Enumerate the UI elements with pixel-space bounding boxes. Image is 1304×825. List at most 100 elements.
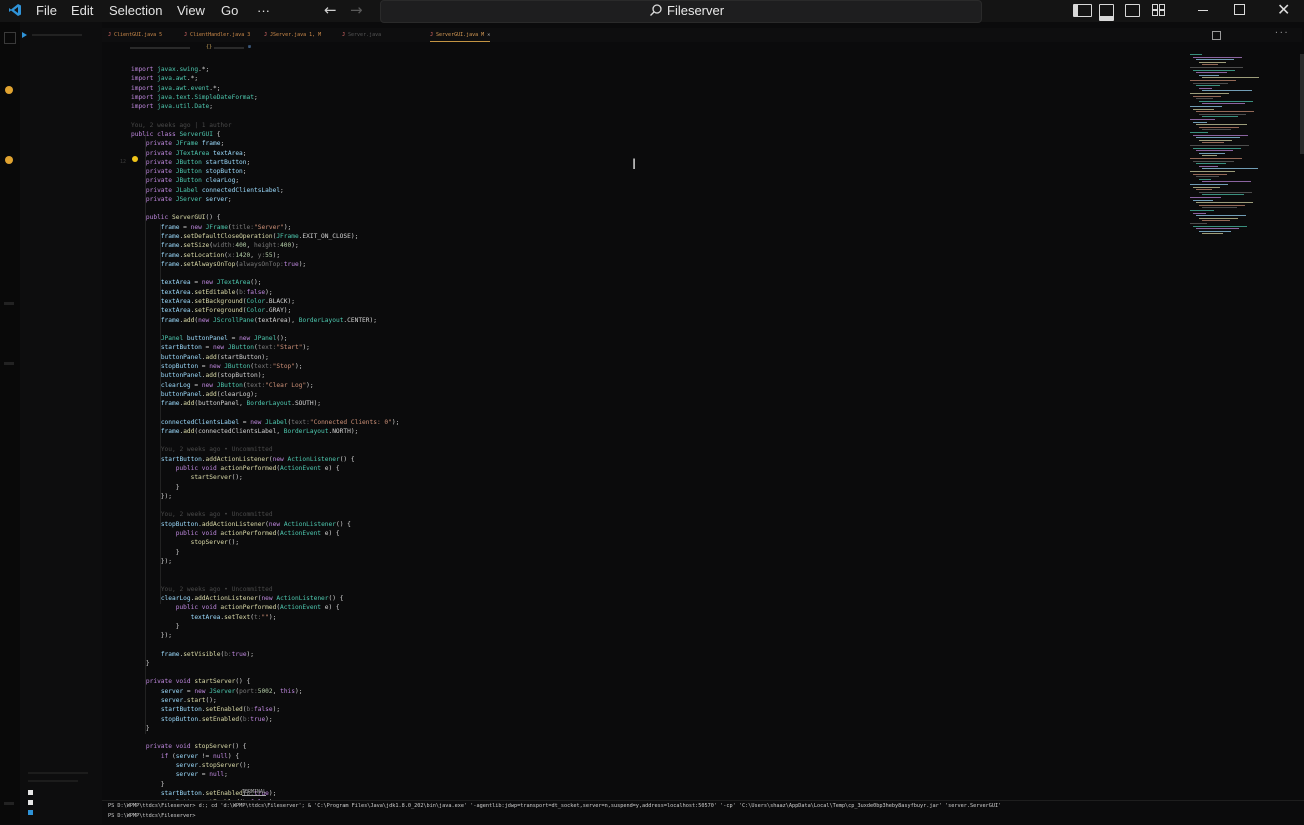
code-line: server.stopServer(); — [175, 762, 251, 769]
code-line: startButton.addActionListener(new Action… — [160, 455, 355, 463]
tab-jserver[interactable]: J JServer.java 1, M — [264, 29, 321, 41]
breadcrumb-segment[interactable] — [214, 47, 244, 49]
code-line: textArea = new JTextArea(); — [160, 279, 262, 287]
checkbox-icon[interactable] — [28, 800, 33, 805]
minimap-line — [1196, 150, 1233, 152]
minimap-line — [1199, 204, 1245, 206]
minimap-line — [1196, 124, 1247, 126]
menu-more[interactable]: ··· — [257, 3, 270, 18]
code-line: buttonPanel.add(stopButton); — [160, 372, 266, 380]
customize-layout-icon[interactable] — [1152, 4, 1165, 19]
tab-label: ServerGUI.java M — [436, 32, 485, 38]
menu-file[interactable]: File — [36, 3, 57, 18]
minimap-line — [1199, 113, 1246, 115]
code-line: buttonPanel.add(startButton); — [160, 353, 269, 361]
lightbulb-icon[interactable] — [132, 156, 138, 162]
method-icon: ⊘ — [248, 44, 252, 50]
run-icon[interactable] — [22, 32, 27, 38]
code-line: private JTextArea textArea; — [145, 149, 247, 157]
code-line: stopServer(); — [190, 539, 240, 547]
debug-badge-icon[interactable] — [5, 156, 13, 164]
minimap-line — [1196, 137, 1240, 139]
explorer-item[interactable] — [28, 780, 78, 782]
extensions-icon[interactable] — [4, 302, 14, 305]
more-actions-icon[interactable]: ··· — [1274, 28, 1288, 37]
code-line: You, 2 weeks ago • Uncommitted — [160, 585, 273, 593]
code-line: connectedClientsLabel = new JLabel(text:… — [160, 418, 400, 426]
text-cursor-icon: I — [632, 157, 637, 173]
explorer-item[interactable] — [32, 34, 82, 36]
accounts-icon[interactable] — [4, 802, 14, 805]
minimap-line — [1193, 160, 1234, 162]
minimap-line — [1196, 202, 1253, 204]
minimap-line — [1202, 181, 1251, 183]
menu-view[interactable]: View — [177, 3, 205, 18]
code-line: public ServerGUI() { — [145, 214, 221, 222]
toggle-secondary-sidebar-icon[interactable] — [1125, 4, 1140, 17]
terminal-panel[interactable]: TERMINAL PS D:\WPMP\ttdcs\Fileserver> d:… — [102, 789, 1304, 825]
menu-edit[interactable]: Edit — [71, 3, 93, 18]
code-line: You, 2 weeks ago • Uncommitted — [160, 446, 273, 454]
close-icon[interactable]: ✕ — [1277, 0, 1290, 19]
forward-arrow-icon[interactable]: → — [350, 1, 363, 19]
toggle-panel-icon[interactable] — [1099, 4, 1114, 21]
code-editor[interactable]: import javax.swing.*; import java.awt.*; i… — [102, 54, 1182, 806]
java-file-icon: J — [184, 32, 188, 38]
minimap-line — [1196, 98, 1213, 100]
terminal-tab[interactable]: TERMINAL — [242, 789, 267, 796]
minimap-line — [1196, 228, 1239, 230]
code-line: stopButton.addActionListener(new ActionL… — [160, 520, 351, 528]
maximize-icon[interactable] — [1234, 4, 1245, 15]
source-control-badge-icon[interactable] — [5, 86, 13, 94]
minimap[interactable] — [1186, 54, 1272, 254]
code-line: clearLog.addActionListener(new ActionLis… — [160, 594, 344, 602]
minimap-line — [1190, 184, 1228, 185]
minimap-line — [1196, 111, 1254, 113]
minimap-line — [1193, 108, 1214, 110]
vscode-logo-icon[interactable] — [8, 3, 22, 17]
minimap-line — [1202, 64, 1218, 66]
java-file-icon: J — [264, 32, 268, 38]
minimap-line — [1193, 186, 1220, 188]
search-label: Fileserver — [667, 3, 725, 18]
menu-selection[interactable]: Selection — [109, 3, 162, 18]
explorer-icon[interactable] — [4, 32, 16, 44]
checkbox-checked-icon[interactable] — [28, 810, 33, 815]
minimap-line — [1190, 93, 1229, 94]
code-line: startButton = new JButton(text:"Start"); — [160, 344, 310, 352]
checkbox-icon[interactable] — [28, 790, 33, 795]
tab-servergui[interactable]: J ServerGUI.java M ✕ — [430, 29, 491, 42]
command-center-search[interactable]: Fileserver — [380, 0, 982, 23]
tab-server[interactable]: J Server.java — [342, 29, 381, 41]
explorer-item[interactable] — [28, 772, 88, 774]
tab-clienthandler[interactable]: J ClientHandler.java 3 — [184, 29, 250, 41]
code-line: frame.add(new JScrollPane(textArea), Bor… — [160, 316, 377, 324]
testing-icon[interactable] — [4, 362, 14, 365]
minimap-line — [1193, 82, 1228, 84]
split-editor-icon[interactable] — [1212, 31, 1221, 40]
code-line: } — [131, 659, 150, 667]
toggle-primary-sidebar-icon[interactable] — [1073, 4, 1092, 17]
minimap-line — [1199, 87, 1212, 89]
activity-bar — [0, 22, 20, 824]
code-line: server.start(); — [160, 697, 217, 705]
minimap-line — [1202, 129, 1231, 131]
title-bar: File Edit Selection View Go ··· ← → File… — [0, 0, 1304, 23]
minimap-line — [1202, 90, 1252, 92]
vertical-scrollbar[interactable] — [1300, 54, 1304, 154]
close-tab-icon[interactable]: ✕ — [487, 32, 490, 38]
tab-clientgui[interactable]: J ClientGUI.java 5 — [108, 29, 162, 41]
code-line: frame.setLocation(x:1420, y:55); — [160, 251, 281, 259]
minimap-line — [1190, 223, 1207, 224]
breadcrumb-segment[interactable] — [130, 47, 190, 49]
back-arrow-icon[interactable]: ← — [324, 1, 337, 19]
code-line: import javax.swing.*; — [131, 66, 210, 73]
minimize-icon[interactable] — [1198, 10, 1208, 11]
symbol-icon: {} — [206, 44, 213, 50]
minimap-line — [1193, 147, 1241, 149]
code-line: textArea.setText(t:""); — [190, 613, 277, 621]
code-line: frame.add(buttonPanel, BorderLayout.SOUT… — [160, 400, 322, 408]
code-line: public void actionPerformed(ActionEvent … — [175, 465, 340, 473]
menu-go[interactable]: Go — [221, 3, 238, 18]
code-line: stopButton.setEnabled(b:true); — [160, 715, 273, 723]
